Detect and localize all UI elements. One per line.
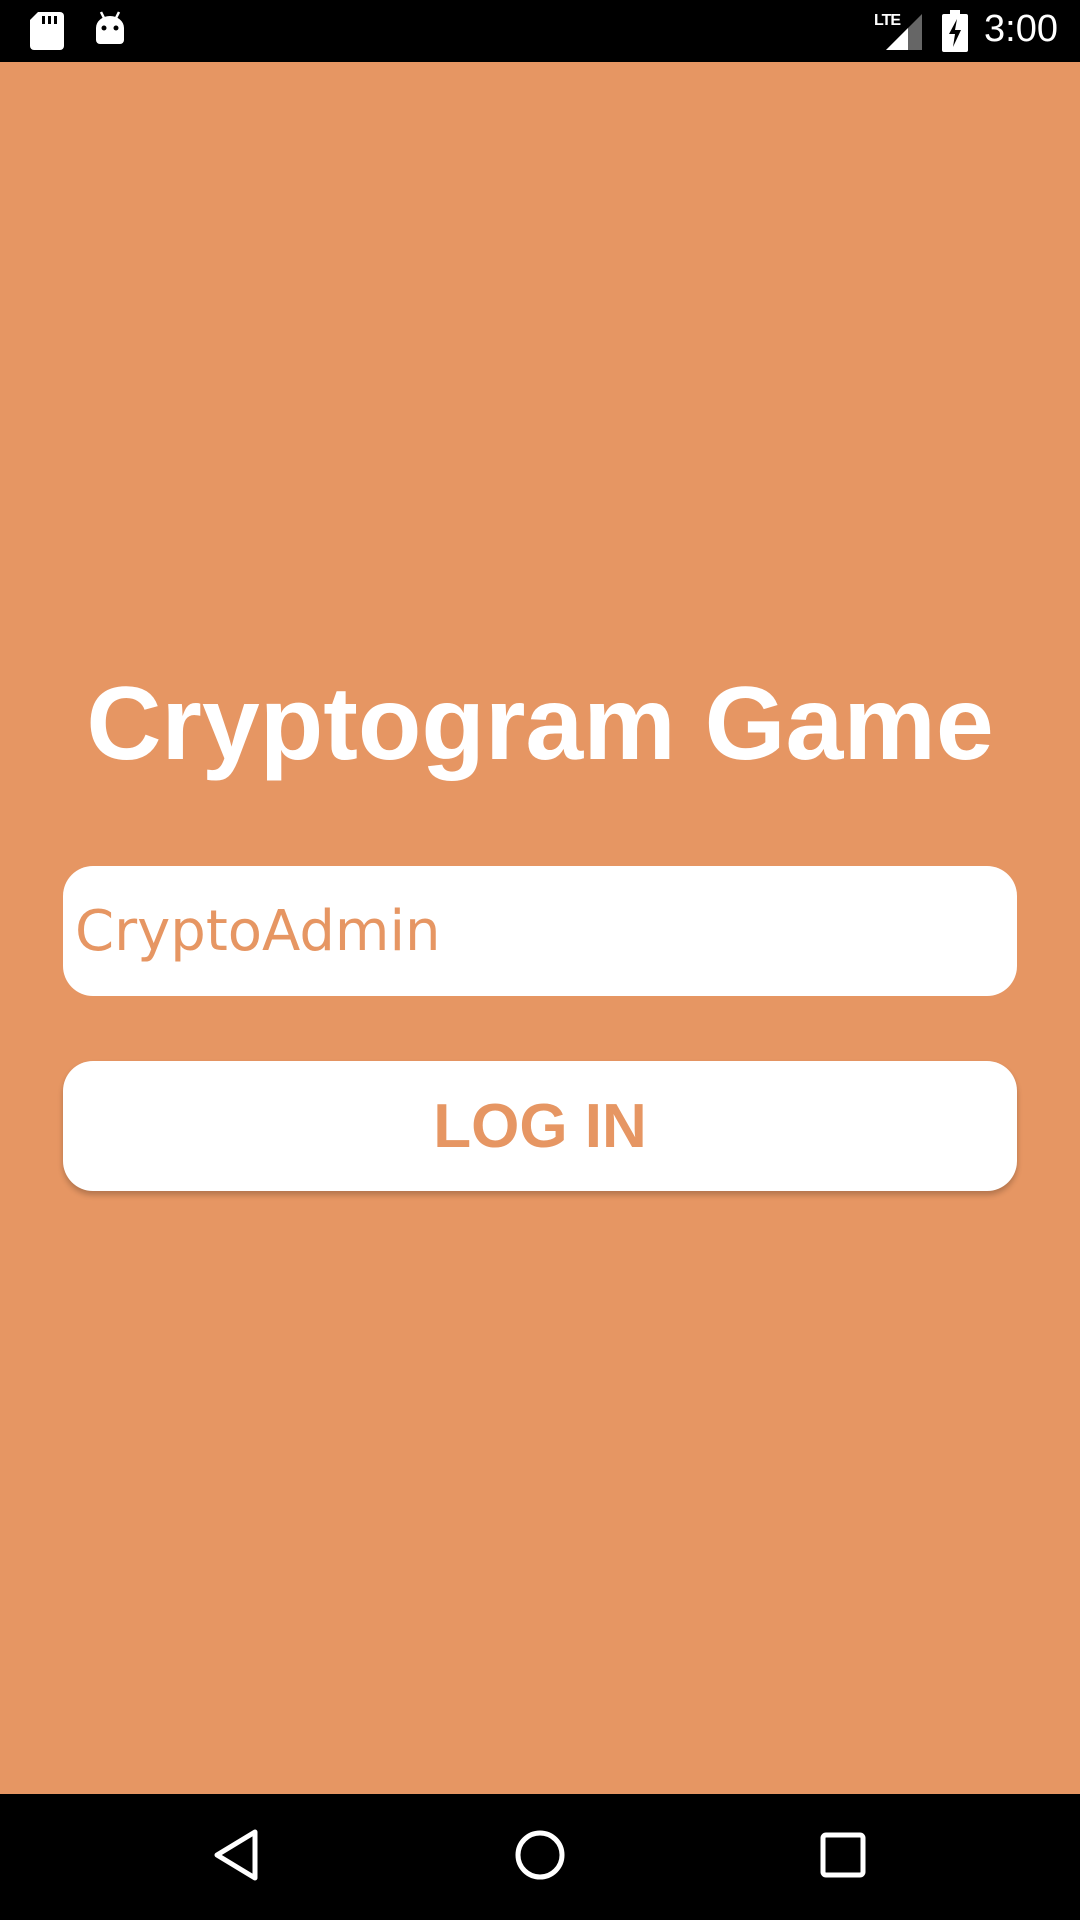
battery-charging-icon (942, 10, 968, 52)
home-icon (514, 1829, 566, 1886)
recents-button[interactable] (800, 1814, 886, 1900)
login-screen: Cryptogram Game LOG IN (0, 62, 1080, 1794)
recents-icon (820, 1832, 866, 1883)
home-button[interactable] (497, 1814, 583, 1900)
navigation-bar (0, 1794, 1080, 1920)
app-title: Cryptogram Game (86, 666, 994, 782)
username-input[interactable] (63, 866, 1017, 996)
status-bar: LTE 3:00 (0, 0, 1080, 62)
android-debug-icon (92, 10, 128, 46)
sd-card-icon (30, 12, 64, 50)
signal-icon (882, 10, 922, 50)
back-icon (211, 1828, 261, 1887)
back-button[interactable] (193, 1814, 279, 1900)
status-clock: 3:00 (984, 8, 1058, 50)
login-button[interactable]: LOG IN (63, 1061, 1017, 1191)
